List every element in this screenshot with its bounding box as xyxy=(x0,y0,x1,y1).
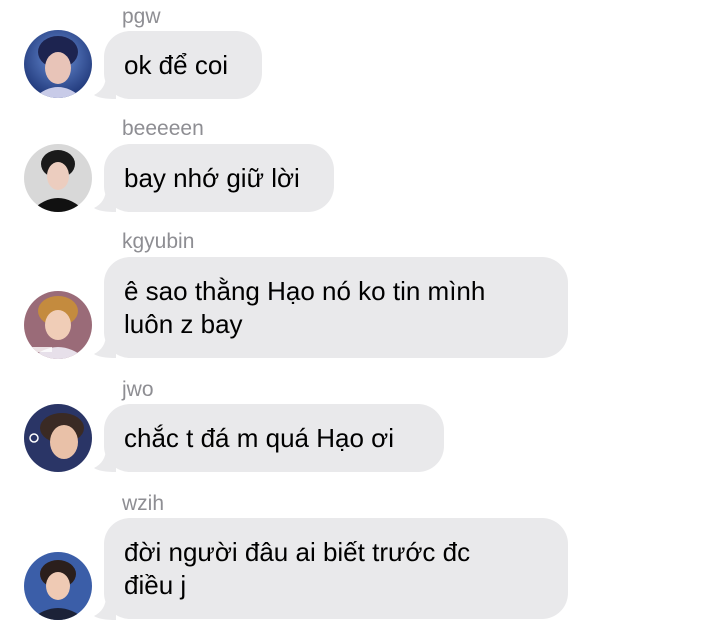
message-bubble[interactable]: bay nhớ giữ lời xyxy=(104,144,334,212)
sender-name: jwo xyxy=(122,378,154,401)
sender-name: kgyubin xyxy=(122,230,195,253)
message-bubble[interactable]: ok để coi xyxy=(104,31,262,99)
sender-name: wzih xyxy=(122,492,165,515)
avatar-kgyubin[interactable] xyxy=(24,291,92,359)
message-group-wzih: wzih đời người đâu ai biết trước đc điều… xyxy=(0,488,720,628)
person-avatar-icon xyxy=(24,404,92,472)
person-avatar-icon xyxy=(24,144,92,212)
message-bubble[interactable]: ê sao thằng Hạo nó ko tin mình luôn z ba… xyxy=(104,257,568,358)
person-avatar-icon xyxy=(24,30,92,98)
message-group-beeeeen: beeeeen bay nhớ giữ lời xyxy=(0,112,720,222)
sender-name: beeeeen xyxy=(122,117,204,140)
avatar-beeeeen[interactable] xyxy=(24,144,92,212)
person-avatar-icon xyxy=(24,291,92,359)
avatar-wzih[interactable] xyxy=(24,552,92,620)
message-group-jwo: jwo chắc t đá m quá Hạo ơi xyxy=(0,374,720,484)
message-bubble[interactable]: đời người đâu ai biết trước đc điều j xyxy=(104,518,568,619)
avatar-jwo[interactable] xyxy=(24,404,92,472)
avatar-pgw[interactable] xyxy=(24,30,92,98)
message-bubble[interactable]: chắc t đá m quá Hạo ơi xyxy=(104,404,444,472)
sender-name: pgw xyxy=(122,5,161,28)
message-group-kgyubin: kgyubin ê sao thằng Hạo nó ko tin mình l… xyxy=(0,226,720,362)
message-group-pgw: pgw ok để coi xyxy=(0,0,720,110)
person-avatar-icon xyxy=(24,552,92,620)
